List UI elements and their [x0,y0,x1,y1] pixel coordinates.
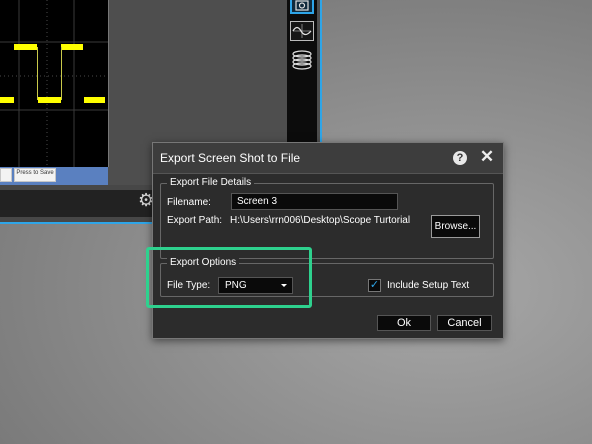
export-options-highlight [146,247,312,308]
waveform-trace [0,0,108,167]
dialog-title: Export Screen Shot to File [160,151,301,165]
softkey-bar: Press to Save [0,167,108,185]
waveform-display [0,0,109,167]
status-panel [0,190,155,217]
help-button[interactable]: ? [453,151,467,165]
waveform-icon[interactable] [290,21,314,41]
softkey-1[interactable] [0,168,12,182]
filename-input[interactable] [231,193,398,210]
close-button[interactable]: ✕ [479,148,495,165]
filename-label: Filename: [167,197,211,208]
include-setup-text-checkbox[interactable]: ✓ [368,279,381,292]
group-title-export-file-details: Export File Details [167,177,255,188]
ok-button[interactable]: Ok [377,315,431,331]
cancel-button[interactable]: Cancel [437,315,492,331]
browse-button[interactable]: Browse... [431,215,480,238]
export-path-label: Export Path: [167,215,223,226]
right-toolbar [287,0,317,148]
disk-stack-icon[interactable] [290,49,314,70]
checkmark-icon: ✓ [369,279,380,291]
press-to-save-softkey[interactable]: Press to Save [14,168,56,182]
export-screenshot-dialog: Export Screen Shot to File ? ✕ Export Fi… [152,142,504,339]
dialog-titlebar[interactable]: Export Screen Shot to File ? ✕ [153,143,503,174]
export-path-value: H:\Users\rrn006\Desktop\Scope Turtorial [230,215,411,226]
camera-icon[interactable] [290,0,314,14]
include-setup-text-label[interactable]: Include Setup Text [387,280,469,291]
